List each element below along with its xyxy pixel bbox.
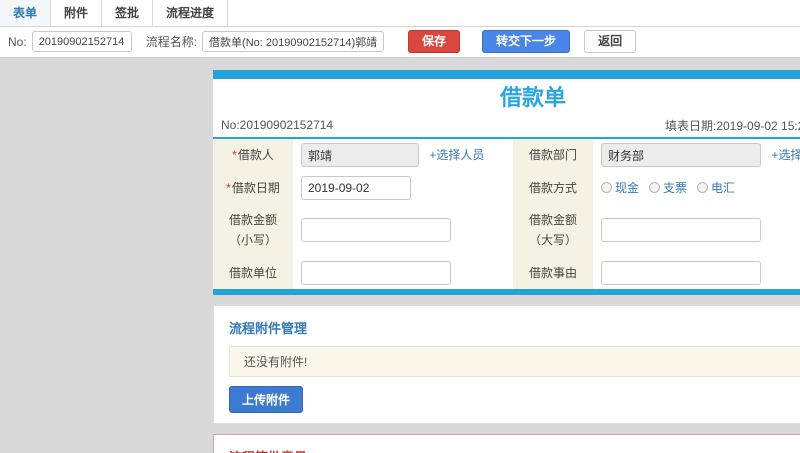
table-row: 借款金额（小写） 借款金额（大写） (213, 203, 800, 257)
table-row: 借款单位 借款事由 (213, 256, 800, 290)
loan-form-table: *借款人 +选择人员 借款部门 +选择部门 *借款日期 (213, 139, 800, 290)
process-name-label: 流程名称: (145, 35, 198, 50)
table-row: *借款日期 借款方式 现金 支票 (213, 171, 800, 204)
borrower-label: 借款人 (237, 148, 274, 163)
select-department-link[interactable]: +选择部门 (771, 148, 800, 162)
method-label-cell: 借款方式 (513, 171, 593, 204)
upload-attachment-button[interactable]: 上传附件 (229, 386, 304, 414)
amount-lower-label: 借款金额（小写） (228, 212, 277, 248)
tab-attachments[interactable]: 附件 (51, 0, 103, 26)
reason-input[interactable] (601, 260, 761, 285)
reason-label-cell: 借款事由 (513, 256, 593, 290)
required-mark: * (232, 148, 237, 163)
radio-circle-icon[interactable] (697, 182, 709, 194)
no-input[interactable] (31, 31, 132, 53)
form-title: 借款单 (499, 85, 566, 111)
borrower-input[interactable] (301, 143, 419, 168)
radio-wire-label: 电汇 (711, 181, 736, 196)
attachment-panel: 流程附件管理 还没有附件! 上传附件 (213, 305, 800, 425)
form-bottom-bar (213, 289, 800, 296)
approval-heading: 流程签批意见 (229, 447, 800, 453)
radio-cash-label: 现金 (615, 181, 640, 196)
attachment-heading: 流程附件管理 (229, 321, 308, 337)
amount-upper-label: 借款金额（大写） (528, 212, 577, 248)
form-top-bar (213, 70, 800, 80)
unit-field-cell (293, 256, 513, 290)
borrower-label-cell: *借款人 (213, 139, 293, 172)
radio-wire[interactable]: 电汇 (697, 179, 735, 196)
amount-lower-label-cell: 借款金额（小写） (213, 203, 293, 257)
top-header: 表单 附件 签批 流程进度 No: 流程名称: 保存 转交下一步 返回 (0, 0, 800, 59)
radio-circle-icon[interactable] (601, 182, 612, 194)
amount-upper-input[interactable] (601, 218, 761, 243)
tab-process-progress[interactable]: 流程进度 (153, 0, 229, 26)
department-field-cell: +选择部门 (593, 139, 800, 172)
approval-panel: 流程签批意见 B I abc (213, 434, 800, 453)
main-area: 借款单 No:20190902152714 填表日期:2019-09-02 15… (0, 58, 800, 453)
method-radio-group: 现金 支票 电汇 (601, 179, 800, 196)
radio-circle-icon[interactable] (649, 182, 661, 194)
process-name-input[interactable] (202, 31, 385, 53)
radio-cheque-label: 支票 (663, 181, 688, 196)
unit-label-cell: 借款单位 (213, 256, 293, 290)
amount-upper-field-cell (593, 203, 800, 257)
reason-label: 借款事由 (528, 265, 577, 280)
tab-bar: 表单 附件 签批 流程进度 (0, 0, 800, 27)
no-attachment-notice: 还没有附件! (229, 346, 800, 378)
toolbar-row: No: 流程名称: 保存 转交下一步 返回 (0, 27, 800, 59)
form-meta-row: No:20190902152714 填表日期:2019-09-02 15:27:… (213, 115, 800, 137)
radio-cheque[interactable]: 支票 (649, 179, 687, 196)
loan-date-input[interactable] (301, 175, 411, 200)
reason-field-cell (593, 256, 800, 290)
amount-lower-field-cell (293, 203, 513, 257)
amount-upper-label-cell: 借款金额（大写） (513, 203, 593, 257)
no-label: No: (8, 34, 27, 49)
borrower-field-cell: +选择人员 (293, 139, 513, 172)
form-date-text: 填表日期:2019-09-02 15:27:1 (665, 119, 800, 134)
unit-label: 借款单位 (228, 265, 277, 280)
unit-input[interactable] (301, 260, 451, 285)
tab-form[interactable]: 表单 (0, 0, 52, 26)
department-label: 借款部门 (528, 148, 577, 163)
department-input[interactable] (601, 143, 761, 168)
save-button[interactable]: 保存 (408, 30, 461, 54)
table-row: *借款人 +选择人员 借款部门 +选择部门 (213, 139, 800, 172)
department-label-cell: 借款部门 (513, 139, 593, 172)
amount-lower-input[interactable] (301, 218, 451, 243)
loan-form-panel: 借款单 No:20190902152714 填表日期:2019-09-02 15… (213, 70, 800, 296)
form-no-text: No:20190902152714 (221, 118, 334, 133)
loan-date-label-cell: *借款日期 (213, 171, 293, 204)
method-field-cell: 现金 支票 电汇 (593, 171, 800, 204)
method-label: 借款方式 (528, 180, 577, 195)
select-person-link[interactable]: +选择人员 (429, 148, 484, 162)
required-mark: * (226, 180, 231, 195)
back-button[interactable]: 返回 (584, 30, 637, 54)
next-step-button[interactable]: 转交下一步 (482, 30, 571, 54)
loan-date-label: 借款日期 (231, 180, 280, 195)
loan-date-field-cell (293, 171, 513, 204)
radio-cash[interactable]: 现金 (601, 179, 639, 196)
tab-approval[interactable]: 签批 (102, 0, 154, 26)
